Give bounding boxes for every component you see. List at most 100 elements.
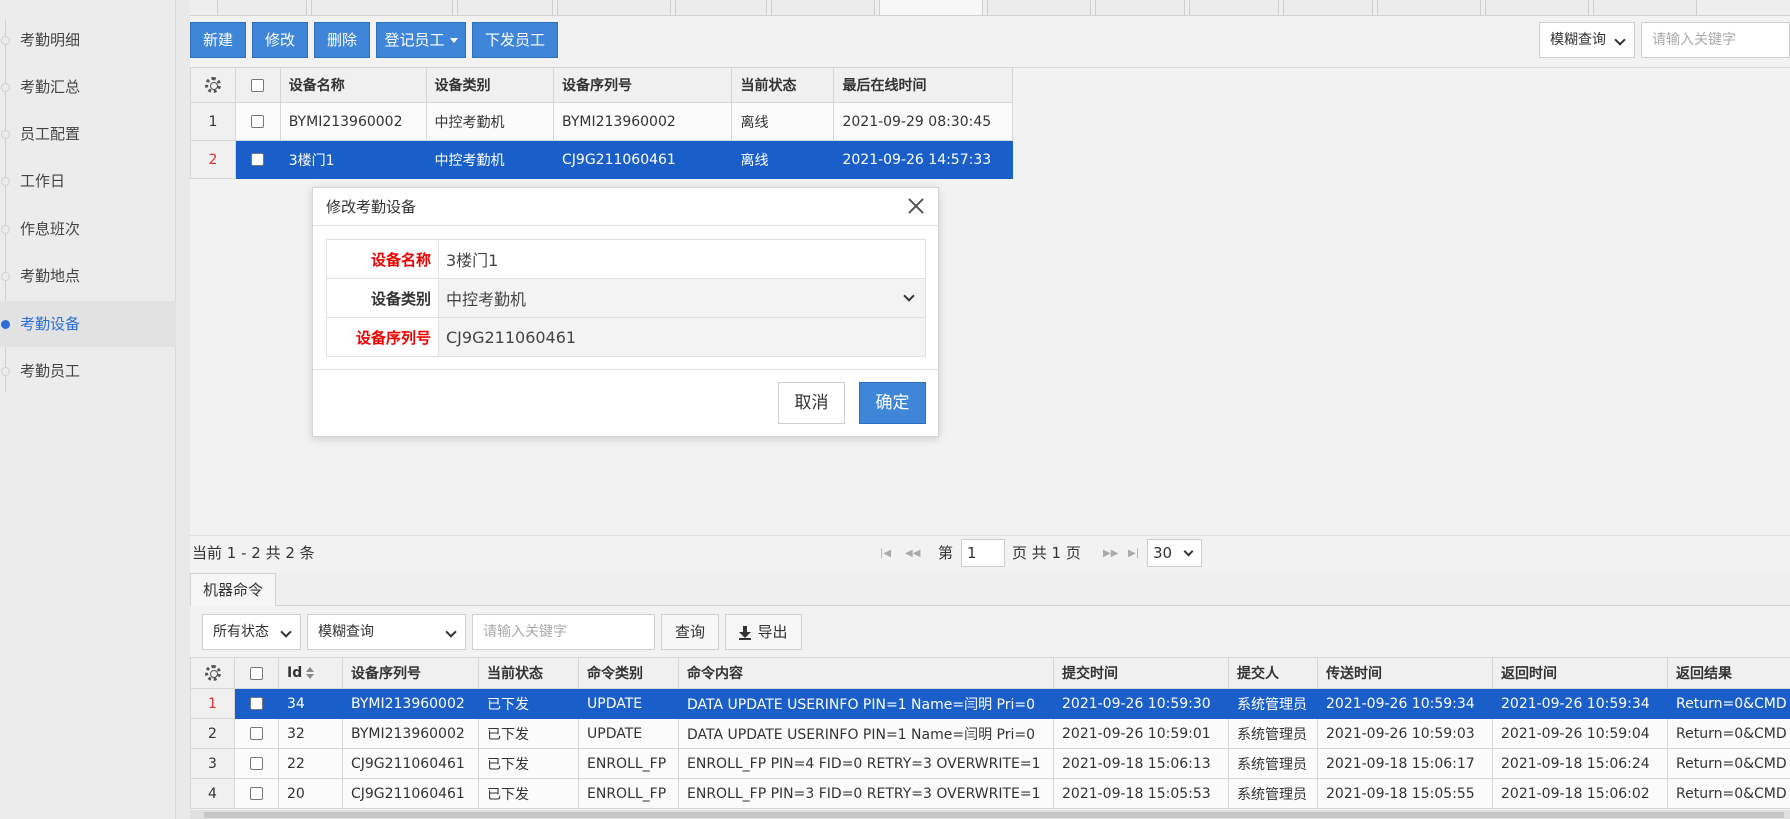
top-tab[interactable]	[771, 0, 875, 15]
device-name-field[interactable]: 3楼门1	[438, 239, 926, 279]
sidebar-item-employee[interactable]: 考勤员工	[0, 348, 176, 394]
edit-button[interactable]: 修改	[252, 22, 308, 58]
device-type-select[interactable]: 中控考勤机	[438, 278, 926, 318]
column-header[interactable]: 最后在线时间	[833, 67, 1013, 103]
top-tab[interactable]	[1189, 0, 1279, 15]
new-button[interactable]: 新建	[190, 22, 246, 58]
chevron-down-icon	[903, 290, 915, 302]
status-filter-select[interactable]: 所有状态	[202, 614, 301, 650]
top-tab[interactable]	[987, 0, 1091, 15]
export-button[interactable]: 导出	[725, 614, 802, 650]
search-mode-select[interactable]: 模糊查询	[1539, 22, 1635, 58]
row-checkbox[interactable]	[250, 757, 263, 770]
device-type-label: 设备类别	[326, 278, 439, 318]
prev-page-icon[interactable]: ◀◀	[905, 548, 920, 559]
column-header[interactable]: 传送时间	[1317, 657, 1493, 689]
cmd-serial-cell: BYMI213960002	[342, 688, 479, 719]
row-checkbox[interactable]	[251, 153, 265, 166]
table-row-selected[interactable]: 2 3楼门1 中控考勤机 CJ9G211060461 离线 2021-09-26…	[190, 140, 1013, 179]
column-header[interactable]: 命令内容	[678, 657, 1054, 689]
row-checkbox[interactable]	[250, 697, 263, 710]
top-tab[interactable]	[675, 0, 767, 15]
column-header[interactable]: 返回结果	[1667, 657, 1790, 689]
page-number-input[interactable]: 1	[961, 539, 1005, 567]
register-employee-button[interactable]: 登记员工	[376, 22, 466, 58]
top-tab[interactable]	[1283, 0, 1373, 15]
sidebar-item-employee-config[interactable]: 员工配置	[0, 111, 176, 157]
table-row-selected[interactable]: 1 34 BYMI213960002 已下发 UPDATE DATA UPDAT…	[190, 688, 1790, 719]
sidebar-item-device[interactable]: 考勤设备	[0, 301, 176, 347]
grid-settings-cell[interactable]	[190, 67, 236, 103]
column-header[interactable]: 设备序列号	[342, 657, 479, 689]
table-row[interactable]: 4 20 CJ9G211060461 已下发 ENROLL_FP ENROLL_…	[190, 778, 1790, 809]
top-tab[interactable]	[457, 0, 553, 15]
column-header[interactable]: 命令类别	[578, 657, 679, 689]
ok-button[interactable]: 确定	[859, 382, 926, 424]
sidebar-item-location[interactable]: 考勤地点	[0, 253, 176, 299]
table-row[interactable]: 1 BYMI213960002 中控考勤机 BYMI213960002 离线 2…	[190, 102, 1013, 141]
table-row[interactable]: 2 32 BYMI213960002 已下发 UPDATE DATA UPDAT…	[190, 718, 1790, 749]
cancel-button[interactable]: 取消	[778, 382, 845, 424]
row-checkbox-cell[interactable]	[234, 778, 279, 809]
row-checkbox-cell[interactable]	[234, 102, 281, 141]
column-header[interactable]: 提交时间	[1053, 657, 1229, 689]
row-checkbox-cell[interactable]	[234, 688, 279, 719]
pager: 当前 1 - 2 共 2 条 |◀ ◀◀ 第 1 页 共 1 页 ▶▶ ▶| 3…	[190, 535, 1790, 569]
row-checkbox-cell[interactable]	[234, 140, 281, 179]
next-page-icon[interactable]: ▶▶	[1103, 548, 1118, 559]
top-tab[interactable]	[1377, 0, 1481, 15]
device-serial-field[interactable]: CJ9G211060461	[438, 317, 926, 357]
row-number: 2	[190, 718, 235, 749]
column-header[interactable]: 提交人	[1228, 657, 1318, 689]
select-all-checkbox[interactable]	[250, 666, 263, 680]
column-header[interactable]: 设备类别	[425, 67, 555, 103]
top-tab[interactable]	[557, 0, 671, 15]
search-input[interactable]: 请输入关键字	[1641, 22, 1790, 58]
sort-icon[interactable]	[305, 667, 315, 679]
tab-machine-commands[interactable]: 机器命令	[190, 573, 276, 606]
top-tab-active[interactable]	[879, 0, 983, 15]
row-checkbox-cell[interactable]	[234, 718, 279, 749]
command-search-mode-select[interactable]: 模糊查询	[307, 614, 466, 650]
column-header[interactable]: 设备序列号	[553, 67, 733, 103]
grid-settings-cell[interactable]	[190, 657, 235, 689]
scrollbar-thumb[interactable]	[204, 812, 1784, 818]
page-size-select[interactable]: 30	[1147, 539, 1202, 567]
select-all-cell[interactable]	[234, 657, 279, 689]
top-tab[interactable]	[217, 0, 307, 15]
dispatch-employee-button[interactable]: 下发员工	[472, 22, 558, 58]
row-checkbox[interactable]	[251, 115, 265, 128]
select-all-cell[interactable]	[234, 67, 281, 103]
column-header[interactable]: 设备名称	[279, 67, 427, 103]
command-search-input[interactable]: 请输入关键字	[472, 614, 655, 650]
query-button[interactable]: 查询	[661, 614, 719, 650]
delete-button[interactable]: 删除	[314, 22, 370, 58]
sidebar-item-shift[interactable]: 作息班次	[0, 206, 176, 252]
caret-down-icon	[449, 38, 458, 43]
sidebar-item-attendance-detail[interactable]: 考勤明细	[0, 17, 176, 63]
column-header[interactable]: 返回时间	[1492, 657, 1668, 689]
gear-icon[interactable]	[204, 665, 221, 681]
sidebar-item-workday[interactable]: 工作日	[0, 158, 176, 204]
table-row[interactable]: 3 22 CJ9G211060461 已下发 ENROLL_FP ENROLL_…	[190, 748, 1790, 779]
column-header[interactable]: 当前状态	[478, 657, 579, 689]
top-tab[interactable]	[311, 0, 453, 15]
column-header-id[interactable]: Id	[278, 657, 343, 689]
close-icon[interactable]	[906, 196, 926, 216]
top-tab[interactable]	[1095, 0, 1185, 15]
select-all-checkbox[interactable]	[251, 78, 265, 92]
row-checkbox[interactable]	[250, 727, 263, 740]
last-page-icon[interactable]: ▶|	[1128, 548, 1139, 559]
horizontal-scrollbar[interactable]	[190, 810, 1790, 819]
top-tab[interactable]	[1485, 0, 1589, 15]
sidebar-item-attendance-summary[interactable]: 考勤汇总	[0, 64, 176, 110]
cmd-type-cell: UPDATE	[578, 718, 679, 749]
cmd-return-time-cell: 2021-09-18 15:06:24	[1492, 748, 1668, 779]
row-checkbox[interactable]	[250, 787, 263, 800]
row-checkbox-cell[interactable]	[234, 748, 279, 779]
top-tab[interactable]	[1593, 0, 1697, 15]
gear-icon[interactable]	[204, 77, 221, 93]
column-header[interactable]: 当前状态	[731, 67, 835, 103]
first-page-icon[interactable]: |◀	[880, 548, 891, 559]
cmd-id-cell: 20	[278, 778, 343, 809]
